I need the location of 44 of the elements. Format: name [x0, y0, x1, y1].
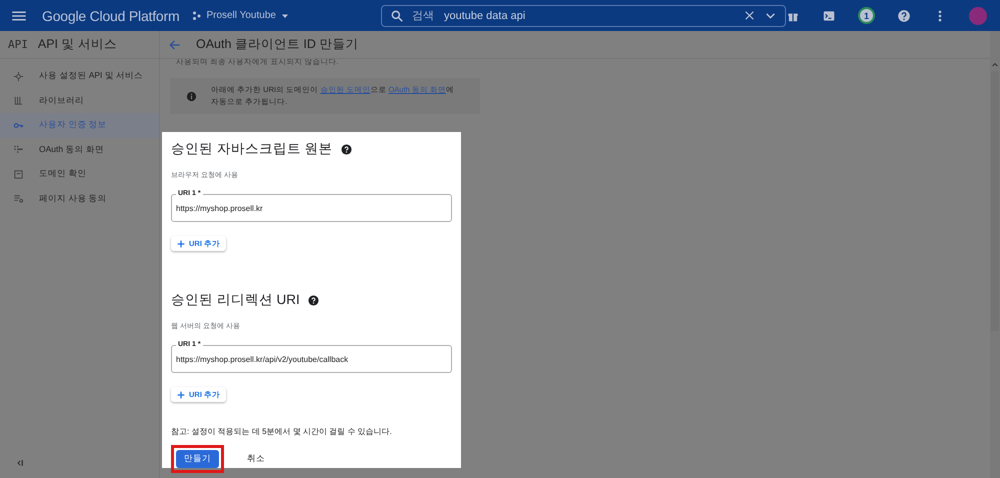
- info-icon: [186, 90, 197, 102]
- back-icon: [168, 38, 182, 52]
- note-text: 참고: 설정이 적용되는 데 5분에서 몇 시간이 걸릴 수 있습니다.: [171, 426, 393, 437]
- help-icon: [897, 8, 911, 22]
- search-label: 검색: [412, 9, 434, 23]
- plus-icon: [176, 390, 186, 400]
- clear-button[interactable]: [743, 9, 756, 22]
- page-title: OAuth 클라이언트 ID 만들기: [196, 36, 358, 53]
- notification-badge[interactable]: 1: [858, 7, 875, 24]
- section-title: 승인된 자바스크립트 원본: [171, 140, 333, 158]
- cancel-button[interactable]: 취소: [239, 450, 273, 468]
- square-icon: [13, 168, 24, 180]
- search-input[interactable]: youtube data api: [442, 8, 735, 22]
- plus-icon: [176, 238, 186, 248]
- help-icon: [308, 294, 319, 306]
- api-logo: API: [8, 38, 28, 51]
- sidebar-title: API 및 서비스: [38, 36, 117, 53]
- close-icon: [743, 9, 756, 22]
- sidebar-item[interactable]: 페이지 사용 동의: [0, 186, 159, 211]
- sidebar-item[interactable]: 라이브러리: [0, 88, 159, 113]
- help-icon: [340, 144, 352, 154]
- terminal-button[interactable]: [822, 8, 836, 22]
- library-icon: [13, 95, 24, 106]
- scroll-up-icon: [991, 61, 999, 69]
- help-button[interactable]: [897, 8, 911, 22]
- list-settings-icon: [13, 193, 24, 204]
- create-button[interactable]: 만들기: [176, 450, 219, 468]
- collapse-icon: [16, 458, 26, 468]
- project-selector[interactable]: Prosell Youtube: [191, 10, 291, 22]
- search-field[interactable]: 검색 youtube data api: [380, 4, 786, 26]
- scrollbar[interactable]: [990, 31, 1000, 478]
- grid-icon: [13, 144, 24, 156]
- uri-input[interactable]: https://myshop.prosell.kr/api/v2/youtube/callback: [176, 355, 447, 364]
- product-name[interactable]: Google Cloud Platform: [42, 8, 180, 24]
- terminal-icon: [822, 8, 836, 22]
- sidebar-item[interactable]: 사용 설정된 API 및 서비스: [0, 64, 159, 88]
- section-title: 승인된 리디렉션 URI: [171, 291, 300, 309]
- sidebar-item[interactable]: 도메인 확인: [0, 162, 159, 186]
- search-icon: [390, 8, 404, 22]
- uri-input[interactable]: https://myshop.prosell.kr: [176, 204, 447, 213]
- sidebar-item[interactable]: OAuth 동의 화면: [0, 138, 159, 162]
- hub-icon: [13, 70, 24, 82]
- collapse-button[interactable]: [16, 458, 26, 468]
- dots-icon: [191, 10, 204, 22]
